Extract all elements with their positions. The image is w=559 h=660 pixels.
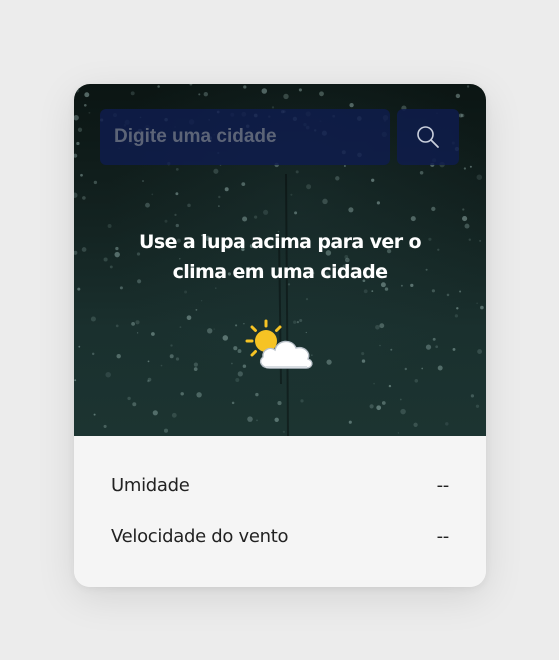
hero-background-rain: Use a lupa acima para ver o clima em uma… (74, 84, 486, 436)
wind-speed-row: Velocidade do vento -- (111, 526, 449, 547)
instruction-line-1: Use a lupa acima para ver o (139, 231, 422, 253)
instruction-text: Use a lupa acima para ver o clima em uma… (94, 227, 466, 287)
sun-behind-cloud-icon (245, 319, 313, 369)
weather-details-panel: Umidade -- Velocidade do vento -- (74, 436, 486, 587)
humidity-value: -- (436, 475, 450, 496)
instruction-line-2: clima em uma cidade (172, 261, 388, 283)
humidity-row: Umidade -- (111, 475, 449, 496)
wind-speed-value: -- (436, 526, 450, 547)
search-button[interactable] (397, 109, 459, 165)
search-icon (417, 126, 439, 148)
wind-speed-label: Velocidade do vento (111, 526, 289, 547)
city-search-input[interactable] (100, 109, 390, 165)
humidity-label: Umidade (111, 475, 190, 496)
weather-card: Use a lupa acima para ver o clima em uma… (74, 84, 486, 587)
